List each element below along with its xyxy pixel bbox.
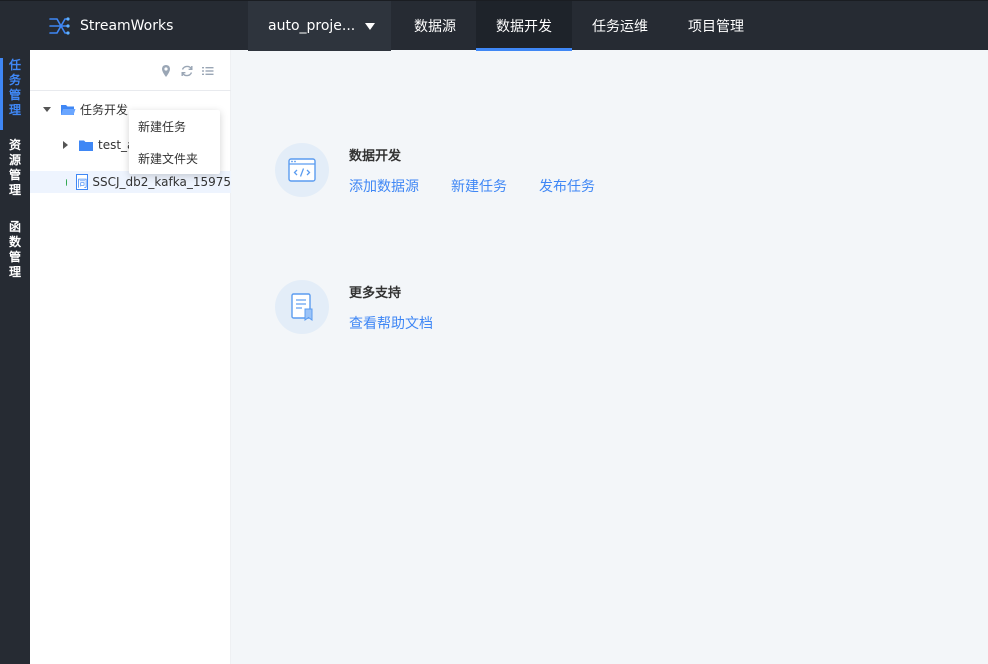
caret-down-icon <box>365 22 376 30</box>
section-title-more-support: 更多支持 <box>349 286 402 301</box>
tree-node-label: 任务开发 <box>80 102 129 117</box>
tab-label: 数据源 <box>414 19 456 35</box>
sidebar-item-label: 资源管理 <box>8 138 21 197</box>
tree-node-label: SSCJ_db2_kafka_15975 <box>92 175 231 189</box>
tab-datasource[interactable]: 数据源 <box>394 1 476 51</box>
tab-label: 任务运维 <box>592 19 648 35</box>
tab-label: 数据开发 <box>496 19 552 35</box>
sidebar-item-label: 任务管理 <box>8 58 21 117</box>
expand-arrow-icon[interactable] <box>43 106 51 112</box>
project-selector[interactable]: auto_proje... <box>248 1 391 51</box>
context-menu: 新建任务 新建文件夹 <box>129 110 220 174</box>
menu-item-new-folder[interactable]: 新建文件夹 <box>129 142 220 174</box>
streamworks-logo-icon <box>49 17 70 35</box>
publish-task-link[interactable]: 发布任务 <box>539 176 595 196</box>
tree-node-task[interactable]: 同 SSCJ_db2_kafka_15975 <box>30 171 231 193</box>
add-datasource-link[interactable]: 添加数据源 <box>349 176 419 196</box>
document-icon <box>275 280 329 334</box>
status-dot <box>66 178 68 186</box>
help-docs-link[interactable]: 查看帮助文档 <box>349 313 433 333</box>
folder-open-icon <box>61 104 76 115</box>
active-indicator <box>0 58 3 130</box>
tree-toolbar <box>30 50 231 91</box>
list-icon[interactable] <box>201 64 215 78</box>
refresh-icon[interactable] <box>180 64 194 78</box>
menu-item-label: 新建任务 <box>138 119 187 134</box>
side-nav: 任务管理 资源管理 函数管理 <box>0 50 30 664</box>
app-name: StreamWorks <box>80 18 174 34</box>
sidebar-item-function-management[interactable]: 函数管理 <box>0 220 30 282</box>
tab-data-development[interactable]: 数据开发 <box>476 1 572 51</box>
app-logo[interactable]: StreamWorks <box>48 15 173 37</box>
section-title-data-development: 数据开发 <box>349 149 402 164</box>
locate-icon[interactable] <box>159 64 173 78</box>
tab-task-ops[interactable]: 任务运维 <box>572 1 668 51</box>
sync-task-icon: 同 <box>76 174 89 190</box>
sidebar-item-label: 函数管理 <box>8 220 21 279</box>
folder-icon <box>79 140 93 151</box>
top-bar: StreamWorks auto_proje... 数据源 数据开发 任务运维 … <box>0 0 988 51</box>
menu-item-label: 新建文件夹 <box>138 151 199 166</box>
new-task-link[interactable]: 新建任务 <box>451 176 507 196</box>
sidebar-item-task-management[interactable]: 任务管理 <box>0 58 30 130</box>
menu-item-new-task[interactable]: 新建任务 <box>129 110 220 142</box>
project-name: auto_proje... <box>268 18 356 34</box>
tab-project-management[interactable]: 项目管理 <box>668 1 764 51</box>
tab-label: 项目管理 <box>688 19 744 35</box>
sidebar-item-resource-management[interactable]: 资源管理 <box>0 138 30 200</box>
code-window-icon <box>275 143 329 197</box>
collapse-arrow-icon[interactable] <box>63 141 68 149</box>
